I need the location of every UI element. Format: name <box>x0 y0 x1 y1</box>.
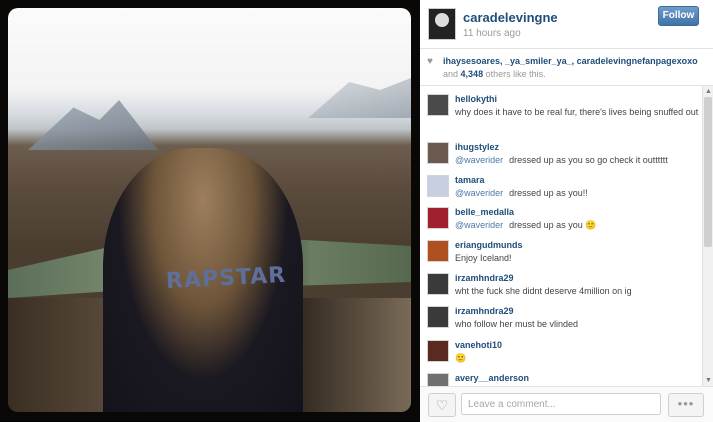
comment-body: wht the fuck she didnt deserve 4million … <box>455 286 632 296</box>
post-sidebar: caradelevingne 11 hours ago Follow ♥ iha… <box>420 0 713 422</box>
post-photo: RAPSTAR <box>8 8 411 412</box>
comment-username[interactable]: hellokythi <box>455 94 497 104</box>
comment-composer: ♡ ••• <box>420 386 713 422</box>
comment-username[interactable]: vanehoti10 <box>455 340 502 350</box>
comment-username[interactable]: irzamhndra29 <box>455 306 514 316</box>
comment-body: Enjoy Iceland! <box>455 253 512 263</box>
comment-username[interactable]: eriangudmunds <box>455 240 523 250</box>
scroll-thumb[interactable] <box>704 97 712 247</box>
commenter-avatar[interactable] <box>427 240 449 262</box>
commenter-avatar[interactable] <box>427 273 449 295</box>
commenter-avatar[interactable] <box>427 142 449 164</box>
comment-text: Enjoy Iceland! <box>455 253 695 263</box>
comment-mention[interactable]: @waverider <box>455 220 503 230</box>
comment-username[interactable]: avery__anderson <box>455 373 529 383</box>
scroll-down-icon[interactable]: ▼ <box>705 377 712 384</box>
likes-suffix: others like this. <box>485 69 546 79</box>
comment-body: who follow her must be vlinded <box>455 319 579 329</box>
commenter-avatar[interactable] <box>427 340 449 362</box>
comment-text: who follow her must be vlinded <box>455 319 695 329</box>
commenter-avatar[interactable] <box>427 373 449 386</box>
comment-body: dressed up as you 🙂 <box>509 220 597 230</box>
comment-username[interactable]: tamara <box>455 175 485 185</box>
avatar-face-icon <box>435 13 449 27</box>
comment-list[interactable]: hellokythi why does it have to be real fu… <box>420 86 701 386</box>
commenter-avatar[interactable] <box>427 207 449 229</box>
comment-text: wht the fuck she didnt deserve 4million … <box>455 286 695 296</box>
post-header: caradelevingne 11 hours ago Follow <box>420 0 713 49</box>
heart-icon: ♥ <box>427 56 433 67</box>
heart-outline-icon: ♡ <box>435 397 449 413</box>
comment-mention[interactable]: @waverider <box>455 155 503 165</box>
avatar[interactable] <box>428 8 456 40</box>
more-options-button[interactable]: ••• <box>668 393 704 417</box>
photo-mountain-left <box>28 100 158 150</box>
comment-mention[interactable]: @waverider <box>455 188 503 198</box>
comment-text: @waverider dressed up as you 🙂 <box>455 220 695 231</box>
comment-text: @waverider dressed up as you so go check … <box>455 155 695 165</box>
post-time: 11 hours ago <box>463 28 521 39</box>
comment-scrollbar[interactable]: ▲ ▼ <box>702 86 713 386</box>
comment-text: @waverider dressed up as you!! <box>455 188 695 198</box>
comment-body: dressed up as you so go check it outtttt… <box>509 155 668 165</box>
comment-body: 🙂 <box>455 353 467 363</box>
comment-body: why does it have to be real fur, there's… <box>455 107 701 117</box>
photo-mountain-right <box>308 78 411 118</box>
likes-others-count[interactable]: 4,348 <box>461 69 484 79</box>
commenter-avatar[interactable] <box>427 175 449 197</box>
likes-text: ihaysesoares, _ya_smiler_ya_, caradelevi… <box>443 55 708 81</box>
photo-panel: RAPSTAR <box>0 0 420 421</box>
comment-text: 🙂 <box>455 353 695 364</box>
comment-body: dressed up as you!! <box>509 188 588 198</box>
comment-username[interactable]: belle_medalla <box>455 207 514 217</box>
scroll-up-icon[interactable]: ▲ <box>705 88 712 95</box>
likes-users[interactable]: ihaysesoares, _ya_smiler_ya_, caradelevi… <box>443 56 698 66</box>
likes-and: and <box>443 69 459 79</box>
comment-text: why does it have to be real fur, there's… <box>455 107 701 117</box>
commenter-avatar[interactable] <box>427 94 449 116</box>
comment-username[interactable]: irzamhndra29 <box>455 273 514 283</box>
post-username[interactable]: caradelevingne <box>463 10 558 25</box>
comment-input[interactable] <box>461 393 661 415</box>
commenter-avatar[interactable] <box>427 306 449 328</box>
follow-button[interactable]: Follow <box>658 6 699 26</box>
like-button[interactable]: ♡ <box>428 393 456 417</box>
comment-username[interactable]: ihugstylez <box>455 142 499 152</box>
likes-summary: ♥ ihaysesoares, _ya_smiler_ya_, caradele… <box>420 49 713 86</box>
